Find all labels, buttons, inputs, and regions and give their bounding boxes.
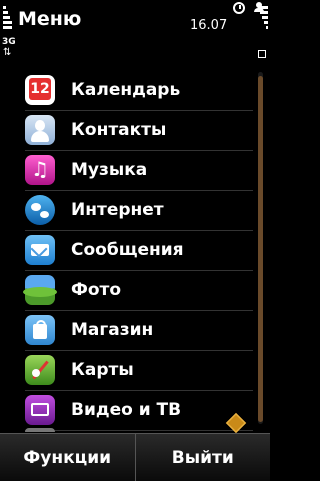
menu-item-calendar[interactable]: 12 Календарь: [25, 70, 253, 111]
menu-item-label: Музыка: [71, 160, 148, 180]
menu-item-label: Контакты: [71, 120, 167, 140]
music-icon: ♫: [25, 155, 55, 185]
menu-item-label: Карты: [71, 360, 134, 380]
battery-icon: [3, 6, 13, 32]
menu-item-maps[interactable]: Карты: [25, 350, 253, 391]
calendar-icon: 12: [25, 75, 55, 105]
globe-icon: [25, 195, 55, 225]
data-transfer-icon: ⇅: [3, 47, 12, 58]
menu-item-label: Сообщения: [71, 240, 184, 260]
menu-item-label: Фото: [71, 280, 122, 300]
photo-icon: [23, 275, 57, 305]
softkey-bar: Функции Выйти: [0, 433, 270, 481]
tv-icon: [25, 395, 55, 425]
menu-item-music[interactable]: ♫ Музыка: [25, 150, 253, 191]
alarm-clock-icon: [233, 2, 245, 14]
signal-box-icon: [258, 50, 266, 58]
menu-item-photo[interactable]: Фото: [23, 270, 253, 311]
menu-item-label: Календарь: [71, 80, 181, 100]
page-title: Меню: [18, 8, 82, 30]
network-type: 3G: [2, 37, 16, 47]
menu-item-partial[interactable]: [25, 428, 55, 432]
menu-item-label: Видео и ТВ: [71, 400, 182, 420]
scrollbar-thumb[interactable]: [258, 76, 263, 422]
envelope-icon: [25, 235, 55, 265]
menu-item-label: Интернет: [71, 200, 164, 220]
map-icon: [25, 355, 55, 385]
menu-item-video-tv[interactable]: Видео и ТВ: [25, 390, 253, 431]
menu-list: 12 Календарь Контакты ♫ Музыка Интернет …: [0, 70, 270, 432]
menu-item-internet[interactable]: Интернет: [25, 190, 253, 231]
menu-item-contacts[interactable]: Контакты: [25, 110, 253, 151]
contacts-icon: [25, 115, 55, 145]
menu-item-messages[interactable]: Сообщения: [25, 230, 253, 271]
watermark-logo: [224, 413, 248, 435]
shopping-bag-icon: [25, 315, 55, 345]
status-bar: 3G ⇅ Меню 16.07: [0, 0, 270, 72]
menu-item-store[interactable]: Магазин: [25, 310, 253, 351]
options-softkey[interactable]: Функции: [0, 434, 136, 481]
exit-softkey[interactable]: Выйти: [135, 434, 270, 481]
signal-strength-icon: [258, 6, 268, 36]
menu-item-label: Магазин: [71, 320, 154, 340]
clock-time: 16.07: [190, 18, 228, 33]
